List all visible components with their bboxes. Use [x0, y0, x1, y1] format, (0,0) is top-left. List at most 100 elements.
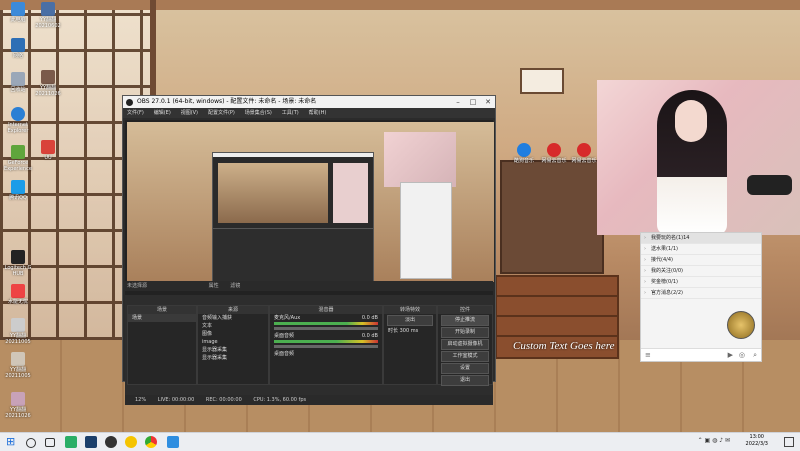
- chat-footer: ≡ ▶ ◎ ⌕: [641, 348, 761, 361]
- netease-icon: [547, 143, 561, 157]
- properties-button[interactable]: 属性: [209, 283, 219, 289]
- notification-icon[interactable]: [784, 437, 794, 447]
- desktop-icon-qq[interactable]: 腾讯QQ: [0, 180, 36, 201]
- menu-profile[interactable]: 配置文件(P): [208, 110, 235, 116]
- custom-text-overlay: Custom Text Goes here: [513, 340, 615, 352]
- desktop-icon-recycle-bin[interactable]: 回收站: [0, 72, 36, 93]
- source-item[interactable]: 显示器采集: [198, 354, 268, 362]
- minimize-icon[interactable]: –: [451, 96, 465, 108]
- desktop-icon-yy-5[interactable]: YY翻翻 20211026: [0, 392, 36, 419]
- cpu-usage: CPU: 1.3%, 60.00 fps: [253, 397, 307, 403]
- menu-icon[interactable]: ≡: [645, 351, 651, 359]
- taskbar: ⊞ ⌃ ▣ ◍ ♪ ✉ 13:00 2022/3/3: [0, 432, 800, 451]
- app-icon[interactable]: [167, 436, 179, 448]
- transition-select[interactable]: 淡出: [387, 315, 433, 326]
- dropped-frames: 12%: [135, 397, 147, 403]
- clock[interactable]: 13:00 2022/3/3: [746, 434, 768, 448]
- nested-obs-preview: [212, 152, 374, 282]
- clock-time: 13:00: [749, 434, 764, 440]
- desktop-icon-yy-1[interactable]: YY翻翻 20210602: [30, 2, 66, 29]
- scenes-dock: 场景 场景: [127, 305, 197, 385]
- source-item[interactable]: 显示器采集: [198, 346, 268, 354]
- network-icon: [11, 38, 25, 52]
- filters-button[interactable]: 滤镜: [230, 283, 240, 289]
- chat-list-item[interactable]: 官方消息(2/2): [641, 288, 761, 299]
- menu-file[interactable]: 文件(F): [127, 110, 144, 116]
- video-icon[interactable]: ▶: [728, 351, 733, 359]
- settings-icon[interactable]: ◎: [739, 351, 745, 359]
- exit-button[interactable]: 退出: [441, 375, 489, 386]
- task-view-icon[interactable]: [45, 438, 55, 447]
- desktop-icon-yy-3[interactable]: YY翻翻 20211005: [0, 318, 36, 345]
- wechat-icon[interactable]: [65, 436, 77, 448]
- streamer-face: [675, 100, 707, 142]
- desktop-icon-ghub[interactable]: Logitech G HUB: [0, 250, 36, 277]
- document-icon: [11, 318, 25, 332]
- transitions-dock: 转场特效 淡出 时长 300 ms: [383, 305, 437, 385]
- obs-icon[interactable]: [105, 436, 117, 448]
- settings-button[interactable]: 设置: [441, 363, 489, 374]
- desktop-icon-uu[interactable]: UU: [30, 140, 66, 161]
- preview-chat-source: [400, 182, 452, 279]
- ceiling-lamp: [520, 68, 564, 94]
- preview-canvas[interactable]: [127, 122, 494, 282]
- chrome-icon[interactable]: [145, 436, 157, 448]
- volume-slider[interactable]: [274, 327, 378, 330]
- document-icon: [11, 352, 25, 366]
- controls-dock: 控件 停止推流 开始录制 启动虚拟摄像机 工作室模式 设置 退出: [437, 305, 493, 386]
- chat-panel[interactable]: 我要玩的名(1)14 送水果(1/1) 接代(4/4) 我的关注(0/0) 奖金…: [640, 232, 762, 362]
- obs-main-area: 未选择源 属性 滤镜 场景 场景 来源 音频输入捕获 文本 图像 image 显…: [125, 120, 494, 405]
- desktop-icon-water[interactable]: 水能无忧: [0, 284, 36, 305]
- stop-streaming-button[interactable]: 停止推流: [441, 315, 489, 326]
- image-icon: [41, 2, 55, 16]
- chat-list-item[interactable]: 送水果(1/1): [641, 244, 761, 255]
- menu-scene-collection[interactable]: 场景集合(S): [245, 110, 272, 116]
- source-toolbar: 未选择源 属性 滤镜: [125, 281, 493, 291]
- scene-item[interactable]: 场景: [128, 314, 196, 322]
- source-item[interactable]: 图像: [198, 330, 268, 338]
- chat-list-item[interactable]: 我的关注(0/0): [641, 266, 761, 277]
- volume-slider[interactable]: [274, 345, 378, 348]
- mixer-channel: 桌面音频: [274, 351, 295, 357]
- obs-window[interactable]: OBS 27.0.1 (64-bit, windows) - 配置文件: 未命名…: [122, 95, 496, 405]
- source-item[interactable]: 文本: [198, 322, 268, 330]
- recycle-bin-icon: [11, 72, 25, 86]
- app-icon[interactable]: [125, 436, 137, 448]
- rec-time: REC: 00:00:00: [205, 397, 242, 403]
- virtual-camera-button[interactable]: 启动虚拟摄像机: [441, 339, 489, 350]
- system-tray-icons[interactable]: ⌃ ▣ ◍ ♪ ✉: [698, 437, 730, 444]
- chat-list-item[interactable]: 接代(4/4): [641, 255, 761, 266]
- start-recording-button[interactable]: 开始录制: [441, 327, 489, 338]
- menu-edit[interactable]: 编辑(E): [154, 110, 171, 116]
- close-icon[interactable]: ✕: [481, 96, 495, 108]
- studio-mode-button[interactable]: 工作室模式: [441, 351, 489, 362]
- wall-shelf: [500, 160, 604, 274]
- chat-list-item[interactable]: 我要玩的名(1)14: [641, 233, 761, 244]
- volume-meter: [274, 340, 378, 343]
- obs-titlebar[interactable]: OBS 27.0.1 (64-bit, windows) - 配置文件: 未命名…: [123, 96, 495, 108]
- maximize-icon[interactable]: □: [466, 96, 480, 108]
- source-item[interactable]: image: [198, 338, 268, 346]
- desktop-icon-yy-4[interactable]: YY翻翻 20211005: [0, 352, 36, 379]
- qq-icon: [11, 180, 25, 194]
- duration-field[interactable]: 300 ms: [400, 328, 419, 334]
- sources-dock: 来源 音频输入捕获 文本 图像 image 显示器采集 显示器采集: [197, 305, 269, 385]
- obs-logo-icon: [126, 99, 133, 106]
- source-item[interactable]: 音频输入捕获: [198, 314, 268, 322]
- obs-status-bar: 12% LIVE: 00:00:00 REC: 00:00:00 CPU: 1.…: [125, 395, 493, 405]
- search-icon[interactable]: ⌕: [753, 351, 757, 360]
- image-icon: [41, 70, 55, 84]
- steam-icon[interactable]: [85, 436, 97, 448]
- desktop-icon-ie[interactable]: Internet Explorer: [0, 107, 36, 134]
- window-title: OBS 27.0.1 (64-bit, windows) - 配置文件: 未命名…: [137, 98, 317, 105]
- clock-date: 2022/3/3: [745, 441, 768, 447]
- desktop-icon-network[interactable]: 网络: [0, 38, 36, 59]
- menu-help[interactable]: 帮助(H): [309, 110, 327, 116]
- windows-start-icon[interactable]: ⊞: [6, 436, 18, 448]
- obs-docks: 未选择源 属性 滤镜 场景 场景 来源 音频输入捕获 文本 图像 image 显…: [125, 281, 493, 405]
- chat-list-item[interactable]: 奖金榜(0/1): [641, 277, 761, 288]
- menu-tools[interactable]: 工具(T): [282, 110, 299, 116]
- search-icon[interactable]: [26, 438, 36, 448]
- menu-view[interactable]: 视图(V): [181, 110, 198, 116]
- computer-icon: [11, 2, 25, 16]
